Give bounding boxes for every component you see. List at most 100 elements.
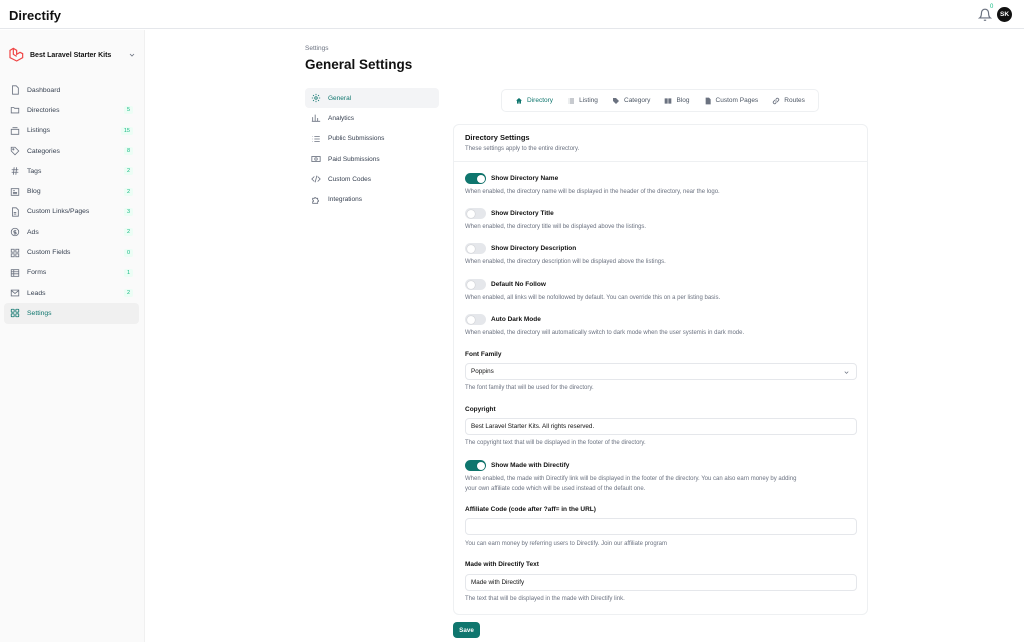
sidebar-item-settings[interactable]: Settings [4, 303, 139, 324]
sidebar-item-label: Ads [27, 228, 39, 236]
page-title: General Settings [305, 57, 413, 72]
sidebar-item-directories[interactable]: Directories 5 [4, 100, 139, 120]
sidebar-item-label: Directories [27, 106, 60, 114]
sidebar-item-leads[interactable]: Leads 2 [4, 283, 139, 303]
made-with-text-input[interactable]: Made with Directify [465, 574, 857, 591]
toggle-auto-dark-mode[interactable] [465, 314, 486, 325]
count-badge: 2 [123, 228, 133, 237]
document-icon [705, 97, 711, 104]
toggle-knob [476, 174, 485, 183]
tab-label: Custom Pages [715, 97, 759, 104]
sidebar-item-label: Listings [27, 127, 51, 135]
toggle-label: Show Directory Name [491, 175, 559, 182]
settings-nav-paid-submissions[interactable]: Paid Submissions [305, 149, 439, 169]
settings-nav-public-submissions[interactable]: Public Submissions [305, 129, 439, 149]
list-icon [568, 98, 575, 103]
settings-nav-label: Custom Codes [328, 175, 371, 183]
settings-nav-general[interactable]: General [305, 88, 439, 109]
money-icon [311, 156, 321, 162]
sidebar-item-forms[interactable]: Forms 1 [4, 263, 139, 283]
made-with-text-label: Made with Directify Text [465, 561, 539, 568]
puzzle-icon [312, 196, 319, 204]
made-with-help-line2: your own affiliate code which will be us… [465, 486, 646, 492]
copyright-label: Copyright [465, 406, 496, 413]
sidebar: Best Laravel Starter Kits Dashboard Dire… [0, 30, 145, 642]
site-switcher[interactable]: Best Laravel Starter Kits [8, 44, 136, 66]
font-family-value: Poppins [471, 368, 494, 375]
sidebar-item-custom-links[interactable]: Custom Links/Pages 3 [4, 202, 139, 222]
count-badge: 5 [123, 106, 133, 115]
chevron-down-icon [129, 53, 135, 57]
toggle-show-directory-title[interactable] [465, 208, 486, 219]
sidebar-item-ads[interactable]: Ads 2 [4, 222, 139, 242]
toggle-help: When enabled, the directory description … [465, 259, 666, 265]
sidebar-item-label: Categories [27, 147, 60, 155]
list-icon [312, 135, 320, 142]
count-badge: 8 [123, 147, 133, 156]
tab-directory[interactable]: Directory [515, 97, 553, 105]
settings-grid-icon [10, 309, 20, 318]
sidebar-item-categories[interactable]: Categories 8 [4, 141, 139, 161]
form-icon [10, 269, 20, 277]
chevron-down-icon [844, 371, 849, 374]
count-badge: 3 [123, 207, 133, 216]
toggle-label: Show Directory Description [491, 245, 577, 252]
affiliate-code-label: Affiliate Code (code after ?aff= in the … [465, 506, 596, 513]
brand-logo[interactable]: Directify [9, 8, 61, 23]
toggle-default-no-follow[interactable] [465, 279, 486, 290]
copyright-input[interactable]: Best Laravel Starter Kits. All rights re… [465, 418, 857, 435]
save-button[interactable]: Save [453, 622, 480, 638]
count-badge: 2 [123, 167, 133, 176]
count-badge: 1 [123, 268, 133, 277]
breadcrumb[interactable]: Settings [305, 45, 329, 52]
avatar[interactable]: SK [997, 7, 1012, 22]
settings-nav-analytics[interactable]: Analytics [305, 108, 439, 128]
sidebar-item-label: Tags [27, 167, 42, 175]
book-icon [665, 97, 672, 104]
tab-routes[interactable]: Routes [772, 97, 805, 105]
toggle-show-directory-description[interactable] [465, 243, 486, 254]
toggle-show-made-with[interactable] [465, 460, 486, 471]
gear-icon [311, 93, 321, 103]
toggle-knob [466, 244, 475, 253]
affiliate-code-input[interactable] [465, 518, 857, 535]
settings-tabs: Directory Listing Category Blog Custom P… [501, 89, 819, 112]
font-family-help: The font family that will be used for th… [465, 385, 594, 391]
folder-icon [10, 107, 20, 114]
font-family-select[interactable]: Poppins [465, 363, 857, 380]
toggle-help: When enabled, the directory name will be… [465, 189, 720, 195]
tab-blog[interactable]: Blog [664, 97, 689, 105]
sidebar-item-dashboard[interactable]: Dashboard [4, 80, 139, 100]
count-badge: 15 [120, 126, 133, 135]
toggle-label: Default No Follow [491, 281, 546, 288]
tab-listing[interactable]: Listing [567, 97, 598, 105]
sidebar-item-label: Custom Links/Pages [27, 208, 90, 216]
link-icon [773, 97, 780, 104]
settings-nav-label: Public Submissions [328, 135, 385, 143]
toggle-label: Show Directory Title [491, 210, 554, 217]
settings-nav-label: General [328, 94, 352, 102]
settings-nav: General Analytics Public Submissions Pai… [305, 88, 439, 210]
tab-category[interactable]: Category [612, 97, 650, 105]
settings-nav-custom-codes[interactable]: Custom Codes [305, 169, 439, 189]
sidebar-nav: Dashboard Directories 5 Listings 15 Cate… [4, 80, 139, 324]
inbox-icon [10, 126, 20, 135]
sidebar-item-listings[interactable]: Listings 15 [4, 121, 139, 141]
directory-settings-card: Directory Settings These settings apply … [453, 124, 868, 615]
sidebar-item-label: Dashboard [27, 86, 61, 94]
settings-nav-label: Analytics [328, 114, 355, 122]
bar-chart-icon [311, 115, 321, 123]
toggle-help: When enabled, the directory will automat… [465, 330, 745, 336]
toggle-knob [466, 280, 475, 289]
sidebar-item-custom-fields[interactable]: Custom Fields 0 [4, 242, 139, 262]
made-with-help-line1: When enabled, the made with Directify li… [465, 476, 797, 482]
sidebar-item-blog[interactable]: Blog 2 [4, 181, 139, 201]
tab-custom-pages[interactable]: Custom Pages [704, 97, 759, 105]
sidebar-item-tags[interactable]: Tags 2 [4, 161, 139, 181]
affiliate-code-help: You can earn money by referring users to… [465, 541, 667, 547]
count-badge: 2 [123, 289, 133, 298]
copyright-value: Best Laravel Starter Kits. All rights re… [471, 423, 595, 430]
bell-icon[interactable] [978, 8, 992, 22]
settings-nav-integrations[interactable]: Integrations [305, 189, 439, 209]
toggle-show-directory-name[interactable] [465, 173, 486, 184]
